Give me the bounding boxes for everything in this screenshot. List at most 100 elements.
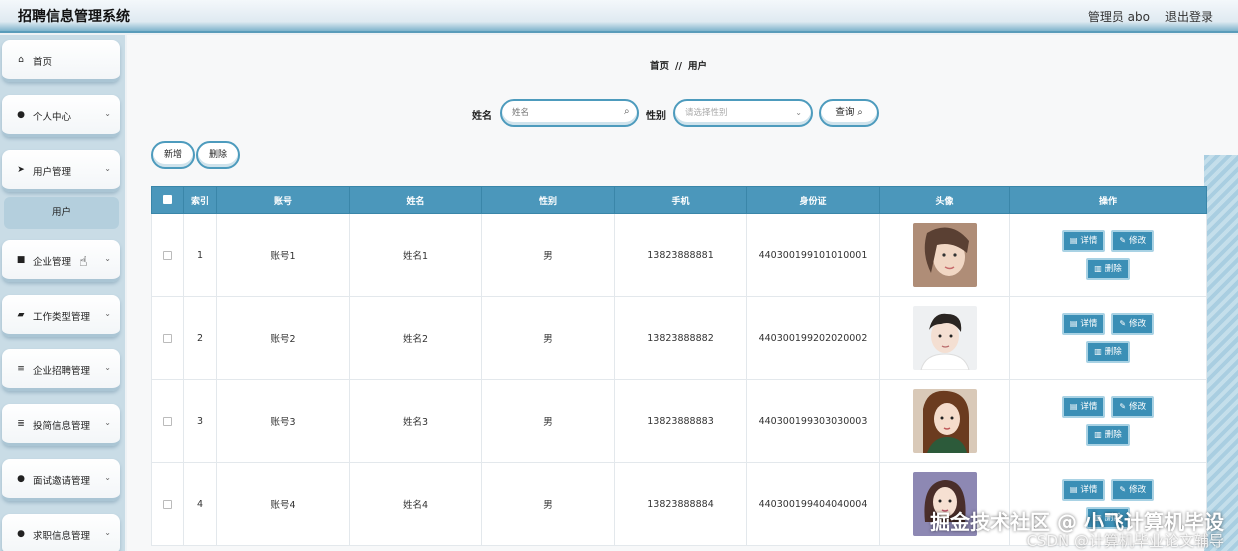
row-checkbox[interactable] [163, 250, 172, 260]
chevron-down-icon: ⌄ [104, 528, 111, 537]
sidebar-item-2[interactable]: ➤ 用户管理 ⌄ [2, 150, 120, 192]
column-header: 账号 [216, 186, 350, 214]
sidebar: ● 求职信息管理 ⌄ ● 面试邀请管理 ⌄ ≣ 投简信息管理 ⌄ ≡ 企业招聘管理 ⌄ ▰ 工作类型管理 ⌄… [0, 35, 125, 551]
cell-idcard: 440300199202020002 [746, 296, 880, 380]
sidebar-item-7[interactable]: ● 面试邀请管理 ⌄ [2, 459, 120, 501]
grid-icon: ■ [16, 255, 26, 265]
chevron-down-icon: ⌄ [104, 418, 111, 427]
cell-avatar [879, 213, 1010, 297]
document-icon: ▤ [1069, 402, 1078, 411]
chevron-down-icon: ⌄ [104, 309, 111, 318]
cell-name: 姓名1 [349, 213, 482, 297]
cell-name: 姓名4 [349, 462, 482, 546]
sidebar-item-label: 企业招聘管理 [33, 366, 91, 377]
name-search-input[interactable] [500, 99, 639, 127]
document-icon: ▤ [1069, 485, 1078, 494]
cell-gender: 男 [481, 213, 615, 297]
sidebar-item-label: 用户管理 [33, 167, 72, 178]
edit-icon: ✎ [1119, 485, 1127, 494]
mouse-cursor-icon: ☝ [79, 254, 88, 270]
column-header: 性别 [481, 186, 615, 214]
edit-button-label: 修改 [1129, 319, 1147, 329]
sidebar-subitem-users[interactable]: 用户 [4, 197, 119, 229]
list-icon: ≣ [17, 419, 25, 429]
chevron-down-icon: ⌄ [104, 473, 111, 482]
detail-button-label: 详情 [1080, 319, 1098, 329]
trash-icon: ▥ [1094, 430, 1102, 439]
add-button[interactable]: 新增 [151, 141, 195, 169]
sidebar-item-4[interactable]: ▰ 工作类型管理 ⌄ [2, 295, 120, 337]
sidebar-item-label: 工作类型管理 [33, 312, 91, 323]
cell-idcard: 440300199404040004 [746, 462, 880, 546]
delete-button-label: 删除 [1104, 430, 1122, 440]
detail-button[interactable]: ▤ 详情 [1061, 479, 1106, 501]
bulk-delete-button[interactable]: 删除 [196, 141, 240, 169]
logout-link[interactable]: 退出登录 [1165, 8, 1213, 25]
sidebar-item-1[interactable]: ● 个人中心 ⌄ [2, 95, 120, 137]
breadcrumb: 首页 // 用户 [650, 58, 707, 72]
pin-icon: ● [17, 474, 25, 484]
query-button[interactable]: 查询 ⌕ [819, 99, 879, 127]
document-icon: ▤ [1069, 236, 1078, 245]
sidebar-item-5[interactable]: ≡ 企业招聘管理 ⌄ [2, 349, 120, 391]
detail-button[interactable]: ▤ 详情 [1061, 396, 1106, 418]
row-checkbox[interactable] [163, 499, 172, 509]
edit-icon: ✎ [1119, 236, 1127, 245]
cell-account: 账号2 [216, 296, 350, 380]
cell-avatar [879, 379, 1010, 463]
cell-name: 姓名3 [349, 379, 482, 463]
edit-icon: ✎ [1119, 402, 1127, 411]
row-select-cell [151, 379, 184, 463]
column-header: 索引 [183, 186, 217, 214]
gender-select[interactable]: 请选择性别 ⌄ [673, 99, 813, 127]
sidebar-item-0[interactable]: ⌂ 首页 [2, 40, 120, 82]
column-header: 身份证 [746, 186, 880, 214]
select-all-header [151, 186, 184, 214]
cell-name: 姓名2 [349, 296, 482, 380]
delete-button[interactable]: ▥ 删除 [1086, 341, 1130, 363]
cell-idcard: 440300199101010001 [746, 213, 880, 297]
sidebar-item-label: 企业管理 [33, 257, 72, 268]
edit-button[interactable]: ✎ 修改 [1111, 396, 1155, 418]
sidebar-item-6[interactable]: ≣ 投简信息管理 ⌄ [2, 404, 120, 446]
chevron-down-icon: ⌄ [104, 164, 111, 173]
detail-button[interactable]: ▤ 详情 [1061, 313, 1106, 335]
select-all-checkbox[interactable] [163, 195, 172, 204]
app-title: 招聘信息管理系统 [18, 9, 130, 25]
row-checkbox[interactable] [163, 416, 172, 426]
breadcrumb-current: 用户 [687, 61, 707, 72]
sidebar-item-label: 个人中心 [33, 112, 72, 123]
column-header: 头像 [879, 186, 1010, 214]
edit-button-label: 修改 [1129, 402, 1147, 412]
decorative-stripes [1204, 155, 1238, 551]
cell-avatar [879, 296, 1010, 380]
cell-operations: ▤ 详情 ✎ 修改 ▥ 删除 [1009, 296, 1207, 380]
breadcrumb-home[interactable]: 首页 [650, 61, 669, 72]
gender-select-placeholder: 请选择性别 [685, 108, 728, 118]
chevron-down-icon: ⌄ [104, 109, 111, 118]
user-icon: ● [17, 529, 25, 539]
edit-button-label: 修改 [1129, 236, 1147, 246]
delete-button[interactable]: ▥ 删除 [1086, 258, 1130, 280]
cell-index: 4 [183, 462, 217, 546]
table-row: 1 账号1 姓名1 男 13823888881 440300199101010001 ▤ 详情… [151, 213, 1207, 297]
row-checkbox[interactable] [163, 333, 172, 343]
edit-button[interactable]: ✎ 修改 [1111, 313, 1155, 335]
cell-gender: 男 [481, 379, 615, 463]
delete-button[interactable]: ▥ 删除 [1086, 424, 1130, 446]
sidebar-item-3[interactable]: ■ 企业管理 ⌄ [2, 240, 120, 282]
breadcrumb-separator: // [675, 61, 682, 72]
search-icon: ⌕ [857, 107, 863, 118]
edit-button[interactable]: ✎ 修改 [1111, 230, 1155, 252]
watermark-csdn: CSDN @计算机毕业论文辅导 [1026, 532, 1224, 550]
sidebar-item-label: 面试邀请管理 [33, 476, 91, 487]
send-icon: ➤ [17, 165, 25, 175]
avatar [880, 389, 1009, 453]
cell-gender: 男 [481, 462, 615, 546]
row-select-cell [151, 213, 184, 297]
detail-button[interactable]: ▤ 详情 [1061, 230, 1106, 252]
chevron-down-icon: ⌄ [104, 254, 111, 263]
sidebar-item-8[interactable]: ● 求职信息管理 ⌄ [2, 514, 120, 551]
table-row: 2 账号2 姓名2 男 13823888882 440300199202020002 ▤ 详情… [151, 296, 1207, 380]
edit-button[interactable]: ✎ 修改 [1111, 479, 1155, 501]
